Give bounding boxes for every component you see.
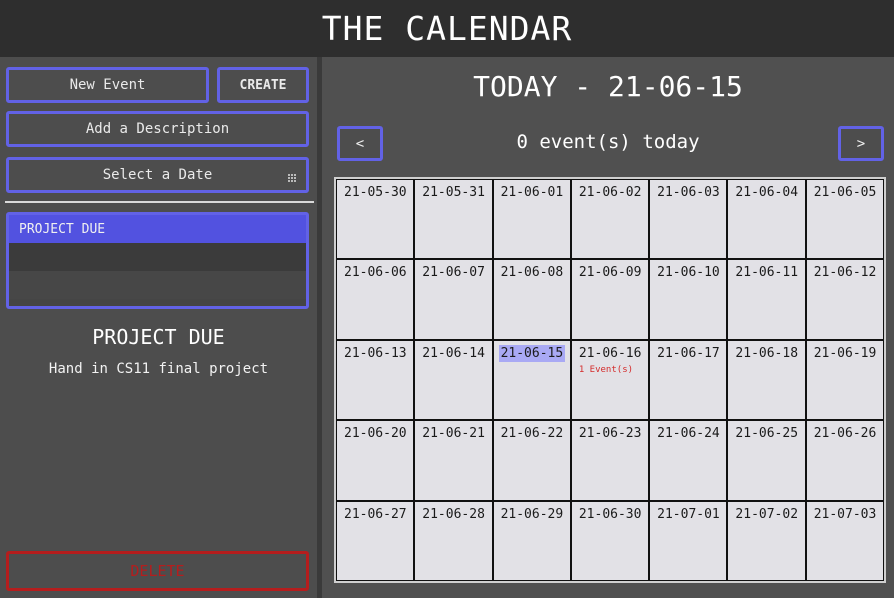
- calendar-day-date: 21-06-28: [422, 506, 485, 522]
- calendar-day-date: 21-06-03: [657, 185, 720, 200]
- calendar-day-cell[interactable]: 21-05-31: [415, 180, 492, 259]
- date-picker-label: Select a Date: [102, 167, 213, 183]
- event-list[interactable]: PROJECT DUE: [6, 212, 309, 309]
- calendar-day-date: 21-06-21: [422, 426, 485, 442]
- event-name-input[interactable]: New Event: [6, 67, 209, 103]
- calendar-day-date: 21-06-19: [813, 345, 877, 361]
- calendar-day-date: 21-05-31: [422, 185, 485, 200]
- calendar-day-cell[interactable]: 21-07-01: [650, 501, 727, 580]
- calendar-day-date: 21-06-10: [657, 265, 720, 281]
- calendar-day-cell[interactable]: 21-07-02: [728, 501, 805, 580]
- calendar-day-cell[interactable]: 21-06-27: [337, 501, 414, 580]
- next-week-button[interactable]: >: [838, 126, 884, 161]
- calendar-day-date: 21-06-05: [813, 185, 877, 200]
- calendar-day-cell[interactable]: 21-06-26: [806, 421, 883, 500]
- calendar-day-cell[interactable]: 21-06-18: [728, 340, 805, 420]
- calendar-day-date: 21-06-20: [344, 426, 407, 442]
- calendar-day-cell[interactable]: 21-06-06: [337, 260, 414, 339]
- calendar-day-cell[interactable]: 21-06-17: [650, 340, 727, 420]
- calendar-day-date: 21-06-29: [500, 506, 564, 522]
- event-list-item[interactable]: [9, 243, 306, 271]
- calendar-panel: TODAY - 21-06-15 < 0 event(s) today > 21…: [322, 57, 894, 598]
- calendar-grid-icon[interactable]: [288, 174, 296, 182]
- calendar-grid: 21-05-30 21-05-31 21-06-01 21-06-02 21-06-03…: [334, 177, 886, 583]
- calendar-day-cell[interactable]: 21-06-07: [415, 260, 492, 339]
- calendar-day-date: 21-06-23: [578, 426, 642, 442]
- calendar-day-date: 21-06-04: [735, 185, 799, 200]
- calendar-day-date: 21-06-26: [813, 426, 877, 442]
- calendar-day-cell[interactable]: 21-06-28: [415, 501, 492, 580]
- calendar-day-cell[interactable]: 21-05-30: [337, 180, 414, 259]
- calendar-day-cell[interactable]: 21-06-04: [728, 180, 805, 259]
- calendar-day-date: 21-06-07: [422, 265, 485, 281]
- calendar-day-date: 21-06-01: [500, 185, 564, 200]
- calendar-day-date: 21-06-14: [422, 345, 485, 361]
- calendar-day-date: 21-06-25: [735, 426, 799, 442]
- calendar-day-date: 21-06-18: [735, 345, 799, 361]
- calendar-day-date: 21-06-16: [578, 345, 642, 361]
- calendar-day-cell[interactable]: 21-06-22: [493, 421, 570, 500]
- calendar-day-cell[interactable]: 21-06-23: [571, 421, 649, 500]
- calendar-day-date: 21-06-02: [578, 185, 642, 200]
- calendar-day-cell[interactable]: 21-06-30: [571, 501, 649, 580]
- calendar-day-cell[interactable]: 21-06-29: [493, 501, 570, 580]
- today-heading: TODAY - 21-06-15: [473, 70, 743, 103]
- calendar-day-cell[interactable]: 21-06-08: [493, 260, 570, 339]
- divider: [5, 201, 314, 203]
- events-today-count: 0 event(s) today: [516, 131, 700, 153]
- event-detail-description: Hand in CS11 final project: [48, 361, 269, 377]
- calendar-day-cell[interactable]: 21-06-13: [337, 340, 414, 420]
- calendar-day-date: 21-06-08: [500, 265, 564, 281]
- calendar-day-cell[interactable]: 21-06-05: [806, 180, 883, 259]
- description-input[interactable]: Add a Description: [6, 111, 309, 147]
- calendar-day-cell[interactable]: 21-06-14: [415, 340, 492, 420]
- calendar-day-date: 21-06-11: [735, 265, 799, 281]
- event-list-item[interactable]: PROJECT DUE: [9, 215, 306, 243]
- calendar-day-date: 21-06-17: [657, 345, 720, 361]
- left-panel: New Event CREATE Add a Description Selec…: [0, 57, 317, 598]
- calendar-day-cell[interactable]: 21-06-02: [571, 180, 649, 259]
- calendar-day-cell[interactable]: 21-06-24: [650, 421, 727, 500]
- calendar-day-cell[interactable]: 21-06-09: [571, 260, 649, 339]
- calendar-day-date: 21-06-24: [657, 426, 720, 442]
- date-picker-input[interactable]: Select a Date: [6, 157, 309, 193]
- calendar-day-date: 21-07-03: [813, 506, 877, 522]
- calendar-day-date: 21-05-30: [344, 185, 407, 200]
- app-title: THE CALENDAR: [321, 9, 573, 48]
- calendar-day-date: 21-07-01: [657, 506, 720, 522]
- calendar-day-cell[interactable]: 21-06-16 1 Event(s): [571, 340, 649, 420]
- calendar-day-date: 21-06-22: [500, 426, 564, 442]
- delete-button[interactable]: DELETE: [6, 551, 309, 591]
- calendar-day-cell[interactable]: 21-06-03: [650, 180, 727, 259]
- calendar-day-date: 21-06-30: [578, 506, 642, 522]
- calendar-day-cell[interactable]: 21-06-25: [728, 421, 805, 500]
- calendar-day-cell[interactable]: 21-06-20: [337, 421, 414, 500]
- calendar-day-date: 21-06-27: [344, 506, 407, 522]
- calendar-day-cell[interactable]: 21-07-03: [806, 501, 883, 580]
- calendar-day-date: 21-06-15: [498, 344, 566, 362]
- event-detail-title: PROJECT DUE: [92, 325, 225, 349]
- calendar-day-date: 21-06-09: [578, 265, 642, 281]
- calendar-day-cell[interactable]: 21-06-19: [806, 340, 883, 420]
- calendar-day-cell[interactable]: 21-06-11: [728, 260, 805, 339]
- calendar-day-cell[interactable]: 21-06-21: [415, 421, 492, 500]
- calendar-day-cell[interactable]: 21-06-10: [650, 260, 727, 339]
- create-button[interactable]: CREATE: [217, 67, 309, 103]
- calendar-day-date: 21-06-13: [344, 345, 407, 361]
- event-list-item[interactable]: [9, 271, 306, 299]
- calendar-day-event-count: 1 Event(s): [578, 364, 634, 375]
- calendar-day-date: 21-06-06: [344, 265, 407, 281]
- calendar-day-date: 21-06-12: [813, 265, 877, 281]
- title-bar: THE CALENDAR: [0, 0, 894, 57]
- calendar-day-cell[interactable]: 21-06-12: [806, 260, 883, 339]
- calendar-day-cell[interactable]: 21-06-01: [493, 180, 570, 259]
- calendar-day-cell[interactable]: 21-06-15: [493, 340, 570, 420]
- calendar-day-date: 21-07-02: [735, 506, 799, 522]
